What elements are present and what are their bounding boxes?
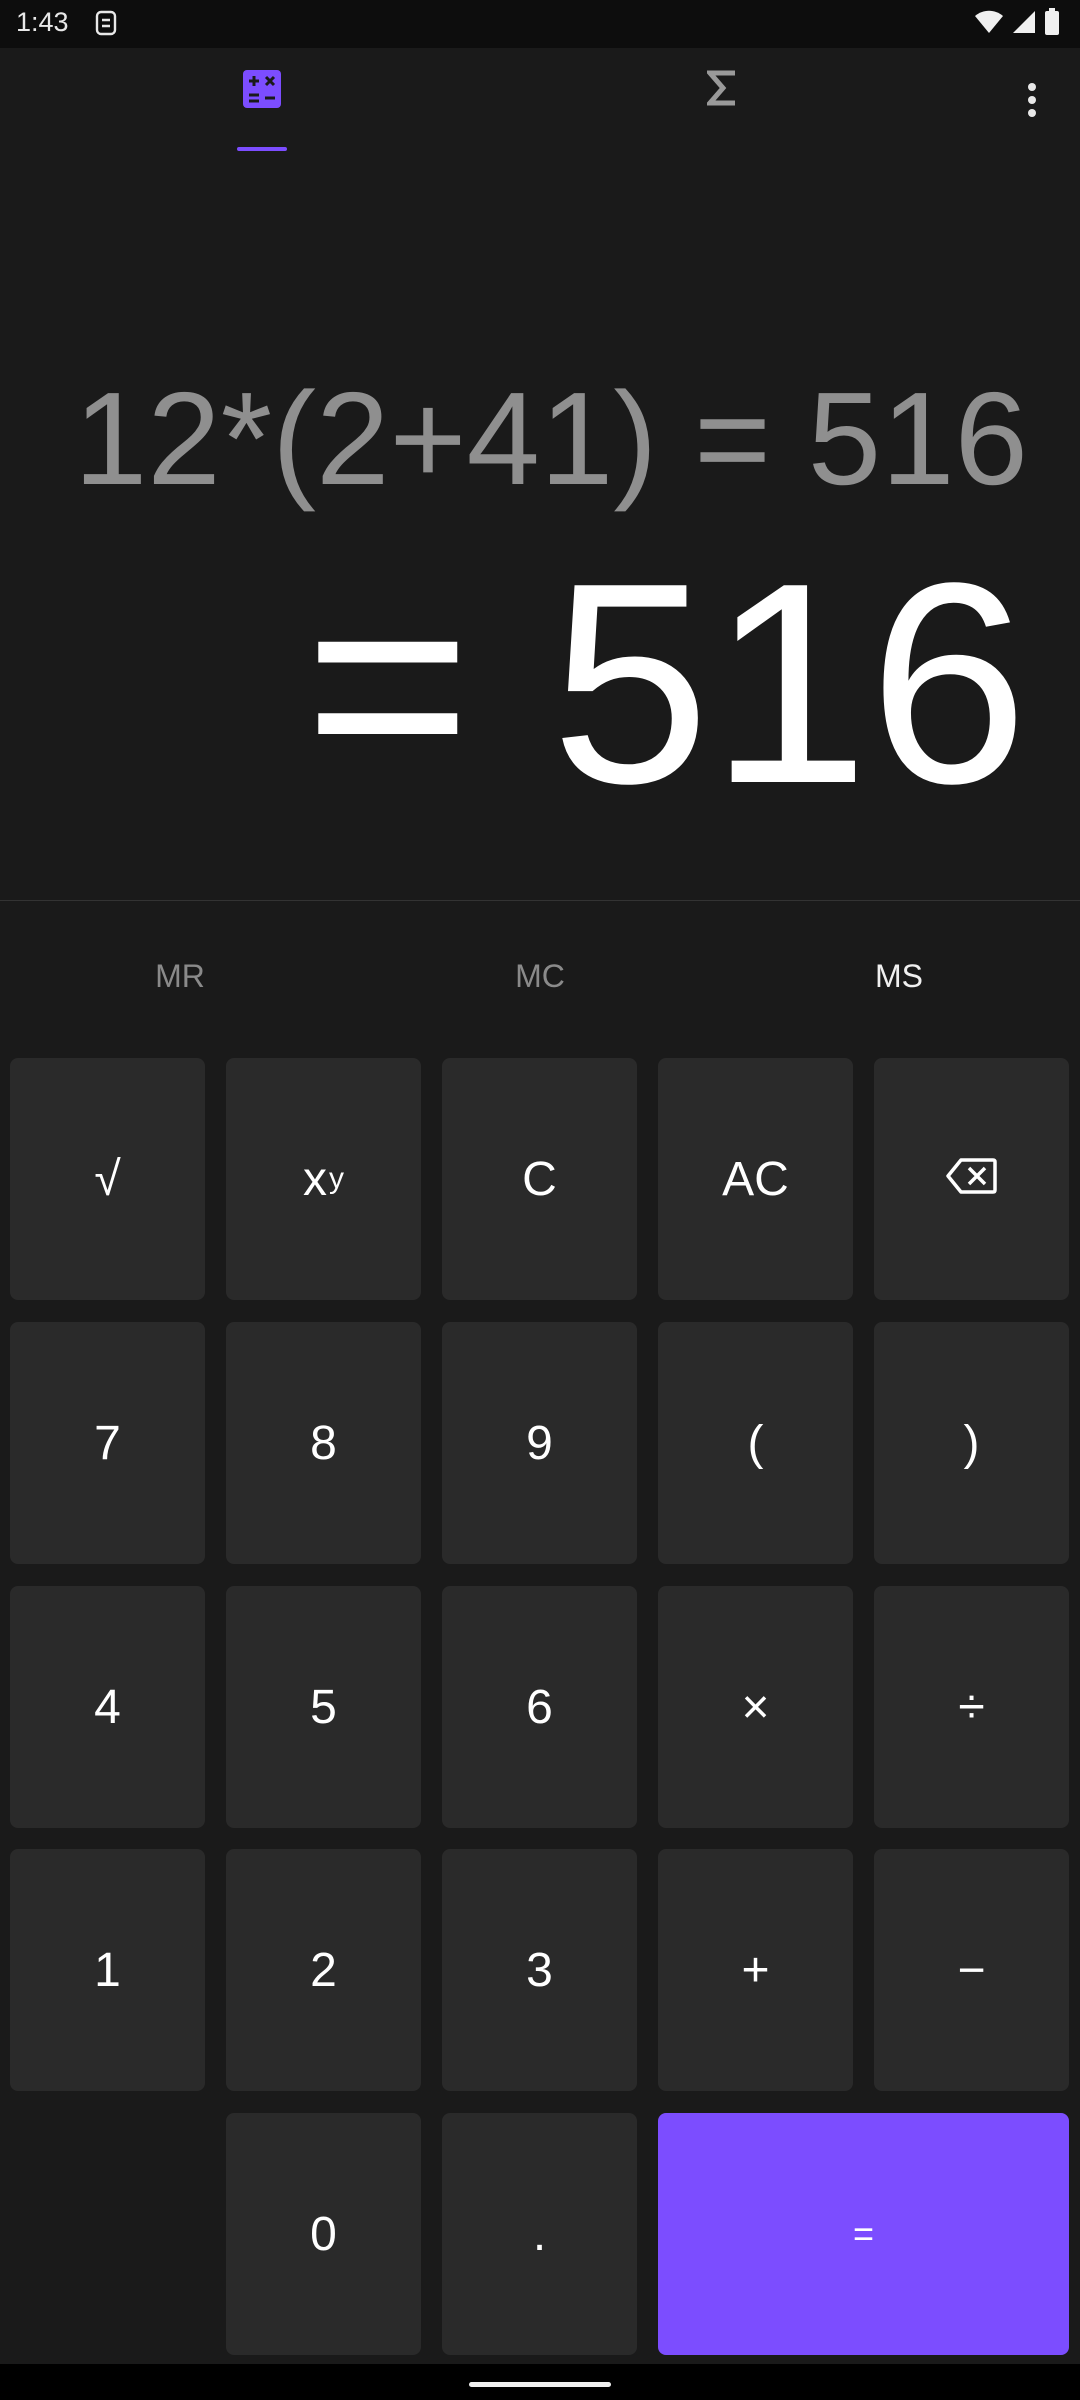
status-icons — [974, 7, 1060, 41]
all-clear-button[interactable]: AC — [658, 1058, 853, 1300]
status-bar: 1:43 — [0, 0, 1080, 48]
tab-calculator[interactable] — [232, 70, 292, 150]
calculator-screen: 1:43 12*(2+41) = 516 = 516 MR MC MS √ x … — [0, 0, 1080, 2400]
digit-4-button[interactable]: 4 — [10, 1586, 205, 1828]
power-base-label: x — [303, 1152, 327, 1206]
notification-app-icon — [94, 10, 118, 36]
calculator-icon — [243, 70, 281, 113]
digit-0-button[interactable]: 0 — [226, 2113, 421, 2355]
equals-button[interactable]: = — [658, 2113, 1069, 2355]
power-button[interactable]: xy — [226, 1058, 421, 1300]
clear-button[interactable]: C — [442, 1058, 637, 1300]
plus-button[interactable]: + — [658, 1849, 853, 2091]
sqrt-button[interactable]: √ — [10, 1058, 205, 1300]
backspace-button[interactable] — [874, 1058, 1069, 1300]
digit-2-button[interactable]: 2 — [226, 1849, 421, 2091]
digit-6-button[interactable]: 6 — [442, 1586, 637, 1828]
battery-icon — [1044, 7, 1060, 41]
open-paren-button[interactable]: ( — [658, 1322, 853, 1564]
tab-functions[interactable] — [692, 70, 752, 150]
more-options-button[interactable] — [1010, 80, 1054, 124]
digit-3-button[interactable]: 3 — [442, 1849, 637, 2091]
memory-recall-button[interactable]: MR — [80, 958, 280, 995]
multiply-button[interactable]: × — [658, 1586, 853, 1828]
digit-7-button[interactable]: 7 — [10, 1322, 205, 1564]
power-exponent-label: y — [329, 1162, 344, 1195]
backspace-icon — [945, 1152, 998, 1207]
active-tab-indicator — [237, 147, 287, 151]
memory-clear-button[interactable]: MC — [440, 958, 640, 995]
sigma-icon — [704, 70, 737, 111]
divide-button[interactable]: ÷ — [874, 1586, 1069, 1828]
close-paren-button[interactable]: ) — [874, 1322, 1069, 1564]
cell-signal-icon — [1012, 9, 1036, 40]
digit-1-button[interactable]: 1 — [10, 1849, 205, 2091]
digit-5-button[interactable]: 5 — [226, 1586, 421, 1828]
display-divider — [0, 900, 1080, 901]
memory-store-button[interactable]: MS — [799, 958, 999, 995]
wifi-icon — [974, 9, 1004, 40]
gesture-handle[interactable] — [469, 2382, 611, 2387]
expression-display[interactable]: 12*(2+41) = 516 — [74, 360, 1028, 518]
more-vert-icon — [1027, 82, 1037, 122]
minus-button[interactable]: − — [874, 1849, 1069, 2091]
digit-9-button[interactable]: 9 — [442, 1322, 637, 1564]
result-display[interactable]: = 516 — [304, 540, 1028, 826]
digit-8-button[interactable]: 8 — [226, 1322, 421, 1564]
decimal-button[interactable]: . — [442, 2113, 637, 2355]
status-time: 1:43 — [16, 7, 69, 37]
